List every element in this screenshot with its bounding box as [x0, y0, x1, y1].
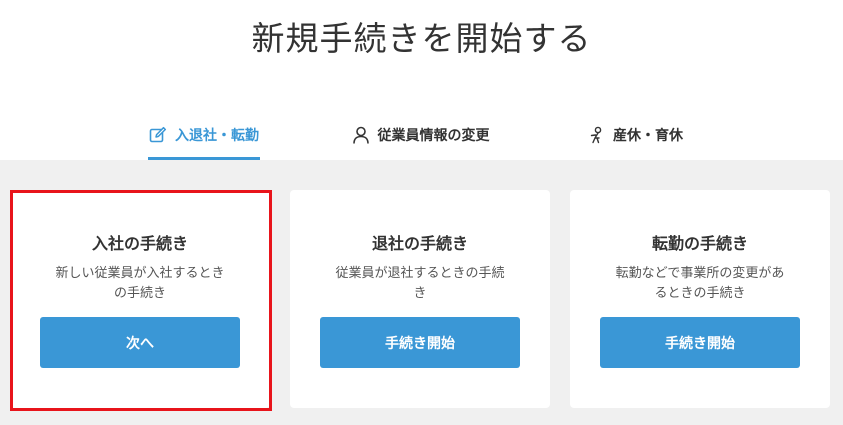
- card-desc-line: るときの手続き: [654, 286, 746, 301]
- tab-employee-info-change[interactable]: 従業員情報の変更: [348, 112, 493, 158]
- card-transfer: 転勤の手続き 転勤などで事業所の変更があ るときの手続き 手続き開始: [570, 190, 830, 408]
- card-description: 新しい従業員が入社するとき の手続き: [40, 264, 240, 304]
- card-title: 退社の手続き: [371, 234, 468, 253]
- card-description: 従業員が退社するときの手続 き: [320, 264, 520, 304]
- tab-label: 従業員情報の変更: [377, 128, 490, 144]
- card-desc-line: 従業員が退社するときの手続: [335, 266, 505, 281]
- card-desc-line: き: [413, 286, 427, 301]
- tab-label: 産休・育休: [613, 128, 683, 144]
- card-description: 転勤などで事業所の変更があ るときの手続き: [600, 264, 800, 304]
- start-procedure-button[interactable]: 手続き開始: [600, 317, 800, 368]
- start-procedure-button[interactable]: 手続き開始: [320, 317, 520, 368]
- card-hiring: 入社の手続き 新しい従業員が入社するとき の手続き 次へ: [10, 190, 270, 408]
- person-icon: [352, 126, 369, 144]
- tab-maternity-childcare-leave[interactable]: 産休・育休: [586, 112, 686, 158]
- card-desc-line: 新しい従業員が入社するとき: [55, 266, 225, 281]
- card-desc-line: 転勤などで事業所の変更があ: [615, 266, 785, 281]
- card-leaving: 退社の手続き 従業員が退社するときの手続 き 手続き開始: [290, 190, 550, 408]
- next-button[interactable]: 次へ: [40, 317, 240, 368]
- card-title: 転勤の手続き: [651, 234, 748, 253]
- tab-hiring-leaving-transfer[interactable]: 入退社・転勤: [148, 112, 260, 160]
- page-title: 新規手続きを開始する: [251, 19, 592, 58]
- card-desc-line: の手続き: [113, 286, 166, 301]
- procedure-panel: 入社の手続き 新しい従業員が入社するとき の手続き 次へ 退社の手続き 従業員が…: [0, 160, 843, 425]
- procedure-tabs: 入退社・転勤 従業員情報の変更 産休・育休: [0, 112, 843, 160]
- edit-icon: [149, 126, 167, 143]
- tab-label: 入退社・転勤: [175, 128, 259, 144]
- card-title: 入社の手続き: [91, 234, 188, 253]
- baby-icon: [590, 126, 602, 144]
